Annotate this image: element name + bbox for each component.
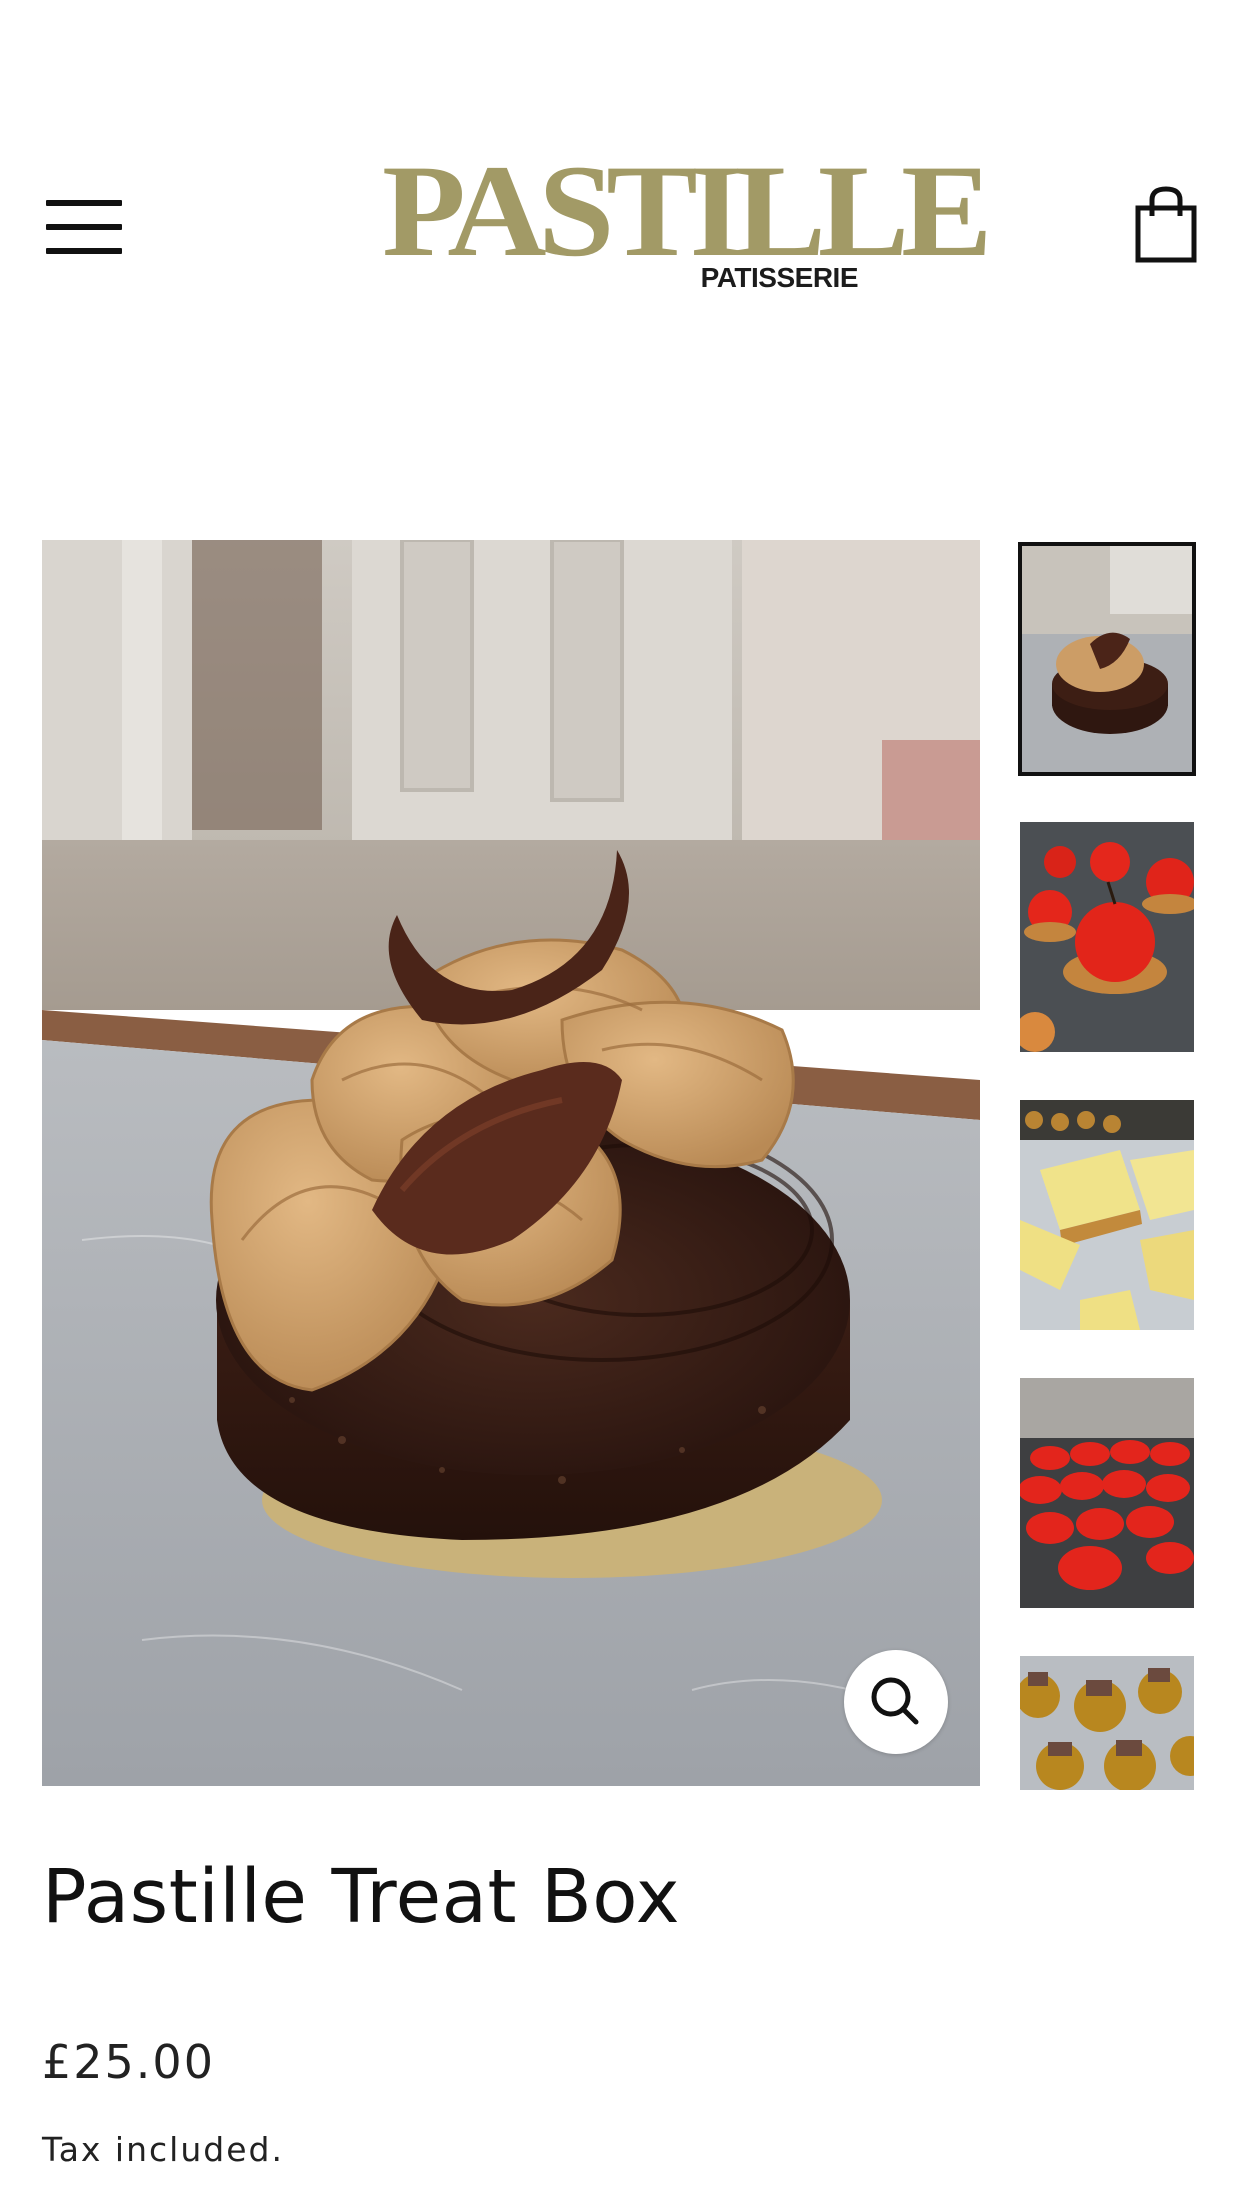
cart-button[interactable]	[1134, 186, 1198, 264]
logo-wordmark: PASTILLE	[382, 137, 993, 284]
site-header: PASTILLE PATISSERIE	[0, 0, 1242, 420]
thumbnail-macarons[interactable]	[1020, 1378, 1194, 1608]
product-title: Pastille Treat Box	[42, 1854, 681, 1940]
product-price: £25.00	[42, 2035, 215, 2089]
thumbnail-cake[interactable]	[1018, 542, 1196, 776]
brand-logo[interactable]: PASTILLE PATISSERIE	[382, 145, 993, 294]
thumbnail-custard-tarts[interactable]	[1020, 1100, 1194, 1330]
magnifier-icon	[871, 1677, 919, 1725]
hamburger-menu-icon	[46, 196, 122, 258]
thumbnail-cherry-tarts[interactable]	[1020, 822, 1194, 1052]
thumbnail-chocolate-domes[interactable]	[1020, 1656, 1194, 1790]
product-main-image[interactable]	[42, 540, 980, 1786]
logo-subtitle: PATISSERIE	[700, 262, 859, 293]
tax-note: Tax included.	[42, 2130, 284, 2169]
shopping-bag-icon	[1135, 186, 1197, 263]
menu-button[interactable]	[46, 196, 122, 258]
zoom-button[interactable]	[844, 1650, 948, 1754]
